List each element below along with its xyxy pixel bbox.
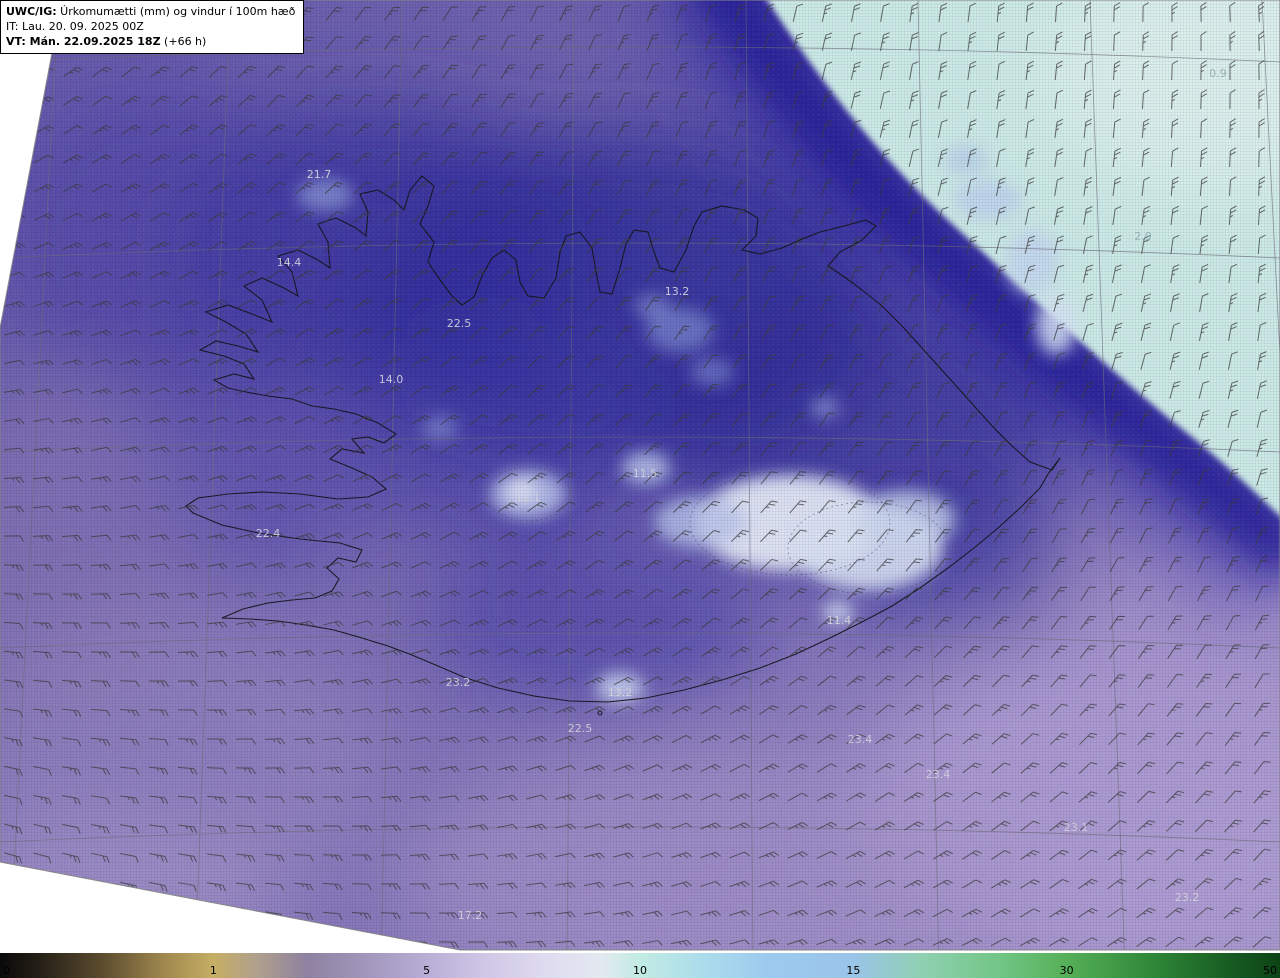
map-title-line: UWC/IG: Úrkomumætti (mm) og vindur í 100… [6, 5, 296, 18]
map-value-label: 11.4 [827, 614, 852, 627]
colorbar-ticks: 0 1 5 10 15 30 50 [0, 953, 1280, 978]
map-value-label: 22.5 [447, 317, 472, 330]
colorbar-tick: 5 [423, 964, 431, 977]
map-value-label: 14.0 [379, 373, 404, 386]
init-time-line: IT: Lau. 20. 09. 2025 00Z [6, 20, 144, 33]
map-value-label: 22.4 [256, 527, 281, 540]
map-value-label: 21.7 [307, 168, 332, 181]
colorbar-tick: 0 [3, 964, 10, 977]
map-value-label: 17.2 [458, 909, 483, 922]
precipitation-wind-map: 21.7 14.4 22.5 13.2 14.0 11.5 12.1 22.4 11.4 23.2… [0, 0, 1280, 951]
map-value-label: 13.2 [665, 285, 690, 298]
map-value-label: 23.1 [1064, 821, 1089, 834]
map-area: 21.7 14.4 22.5 13.2 14.0 11.5 12.1 22.4 11.4 23.2… [0, 0, 1280, 952]
map-value-label: 23.2 [446, 676, 471, 689]
colorbar-tick: 30 [1059, 964, 1074, 977]
colorbar-tick: 15 [846, 964, 861, 977]
map-value-label: 23.4 [926, 768, 951, 781]
map-value-label: 23.2 [1175, 891, 1200, 904]
colorbar-tick: 50 [1263, 964, 1277, 977]
map-value-label: 13.2 [608, 686, 633, 699]
weather-map-screen: 21.7 14.4 22.5 13.2 14.0 11.5 12.1 22.4 11.4 23.2… [0, 0, 1280, 978]
colorbar-tick: 10 [633, 964, 647, 977]
valid-time-line: VT: Mán. 22.09.2025 18Z (+66 h) [6, 35, 207, 48]
map-value-label: 12.1 [516, 491, 541, 504]
map-value-label: 23.4 [848, 733, 873, 746]
title-box: UWC/IG: Úrkomumætti (mm) og vindur í 100… [0, 0, 305, 54]
colorbar-tick: 1 [209, 964, 217, 977]
map-value-label: 2.9 [1134, 230, 1152, 243]
map-value-label: 0.9 [1209, 67, 1227, 80]
precipitation-colorbar: 0 1 5 10 15 30 50 [0, 953, 1280, 978]
map-value-label: 22.5 [568, 722, 593, 735]
map-value-label: 11.5 [633, 467, 658, 480]
model-name: UWC/IG: [6, 5, 57, 18]
map-value-label: 14.4 [277, 256, 302, 269]
